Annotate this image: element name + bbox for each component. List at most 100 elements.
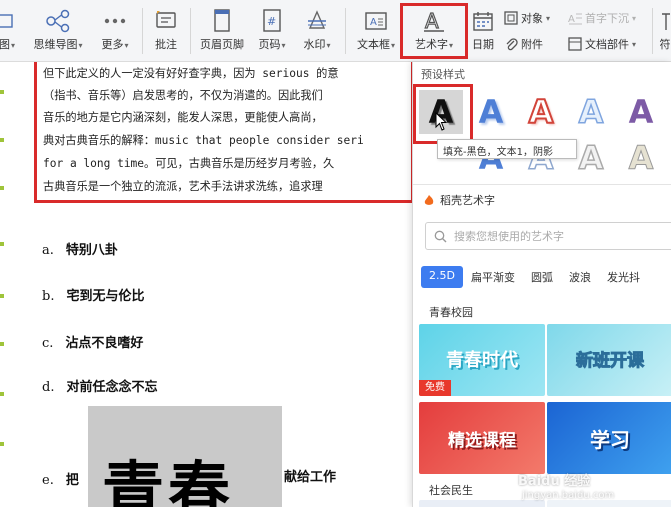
- tab-arc[interactable]: 圆弧: [523, 266, 561, 288]
- wordart-dropdown-panel: 预设样式 A A A A A A A A A 填充-黑色，文本1，阴影 稻壳艺术…: [412, 62, 671, 507]
- symbol-icon: [658, 8, 671, 34]
- margin-mark: [0, 442, 4, 446]
- preset-style-red-outline[interactable]: A: [519, 90, 563, 134]
- tab-2-5d[interactable]: 2.5D: [421, 266, 463, 288]
- list-item-text: 对前任念念不忘: [66, 380, 158, 395]
- list-item: c. 沾点不良嗜好: [42, 332, 143, 351]
- free-badge: 免费: [419, 380, 451, 396]
- more-label: 更多: [101, 38, 124, 51]
- baidu-watermark-url: jingyan.baidu.com: [522, 490, 615, 501]
- wordart-text: 青春: [102, 454, 235, 507]
- partial-left-button[interactable]: 图▾: [0, 0, 18, 62]
- wordart-template-card[interactable]: 学习: [547, 402, 671, 474]
- list-item: d. 对前任念念不忘: [42, 376, 157, 395]
- list-item: a. 特别八卦: [42, 239, 118, 258]
- baidu-watermark: Baidu 经验: [518, 474, 591, 489]
- quote-line: for a long time。可见，古典音乐是历经岁月考验，久: [43, 157, 335, 170]
- more-dots-icon: [103, 8, 127, 34]
- doc-parts-icon: [568, 37, 582, 51]
- watermark-label: 水印: [303, 38, 326, 51]
- more-button[interactable]: 更多▾: [96, 0, 134, 62]
- preset-glyph: A: [628, 93, 654, 131]
- textbox-label: 文本框: [356, 38, 390, 51]
- preset-style-beige[interactable]: A: [619, 136, 663, 180]
- date-label: 日期: [472, 38, 494, 51]
- page-number-icon: #: [262, 8, 282, 34]
- list-item-text: 特别八卦: [65, 243, 118, 258]
- docer-flame-icon: [424, 195, 434, 205]
- preset-tooltip: 填充-黑色，文本1，阴影: [437, 139, 577, 159]
- watermark-button[interactable]: 水印▾: [296, 0, 338, 62]
- quote-line: 古典音乐是一个独立的流派，艺术手法讲求洗练，追求理: [43, 180, 323, 193]
- list-item-text: 把: [65, 473, 79, 488]
- tab-glow[interactable]: 发光抖: [599, 266, 648, 288]
- mouse-cursor-icon: [435, 112, 448, 131]
- document-page[interactable]: 但下此定义的人一定没有好好查字典，因为 serious 的意 （指书、音乐等）启…: [0, 62, 412, 507]
- page-number-label: 页码: [258, 38, 281, 51]
- margin-mark: [0, 186, 4, 190]
- preset-styles-title: 预设样式: [421, 68, 465, 81]
- page-number-button[interactable]: # 页码▾: [254, 0, 290, 62]
- toolbar-divider: [142, 8, 143, 54]
- tab-wave[interactable]: 波浪: [561, 266, 599, 288]
- calendar-icon: [472, 8, 494, 34]
- ribbon-toolbar: 图▾ 思维导图▾ 更多▾ 批注 页眉页脚 # 页码▾ 水印▾ A 文本框▾ A …: [0, 0, 671, 62]
- wordart-search-input[interactable]: 搜索您想使用的艺术字: [425, 222, 671, 250]
- object-icon: [504, 11, 518, 25]
- search-icon: [434, 230, 447, 242]
- margin-mark: [0, 392, 4, 396]
- partial-left-label: 图: [0, 38, 10, 51]
- margin-mark: [0, 138, 4, 142]
- list-item-e: e. 把: [42, 469, 79, 488]
- preset-style-light-blue[interactable]: A: [569, 90, 613, 134]
- wordart-object[interactable]: 青春: [88, 406, 282, 507]
- template-card-label: 新班开课: [576, 351, 645, 372]
- template-card-label: 青春时代: [446, 350, 518, 371]
- header-footer-button[interactable]: 页眉页脚: [194, 0, 250, 62]
- attachment-label: 附件: [521, 38, 543, 51]
- wordart-highlight-box: [400, 3, 468, 59]
- date-button[interactable]: 日期: [470, 0, 496, 62]
- preset-style-purple[interactable]: A: [619, 90, 663, 134]
- textbox-button[interactable]: A 文本框▾: [352, 0, 400, 62]
- tab-flat-gradient[interactable]: 扁平渐变: [463, 266, 523, 288]
- preset-glyph: A: [628, 139, 654, 178]
- margin-mark: [0, 242, 4, 246]
- wordart-template-card[interactable]: [547, 500, 671, 507]
- list-item-e-continued: 献给工作: [284, 470, 337, 485]
- wordart-template-card[interactable]: 新班开课: [547, 324, 671, 396]
- svg-text:#: #: [267, 15, 276, 28]
- wordart-template-card[interactable]: [419, 500, 545, 507]
- paperclip-icon: [506, 38, 518, 51]
- object-button[interactable]: 对象 ▾: [504, 10, 550, 26]
- header-footer-icon: [213, 8, 231, 34]
- mindmap-button[interactable]: 思维导图▾: [28, 0, 88, 62]
- list-item-letter: e.: [42, 473, 54, 488]
- preset-glyph: A: [578, 138, 604, 178]
- picture-icon: [0, 8, 14, 34]
- symbol-label: 符: [659, 38, 671, 51]
- dropcap-label: 首字下沉: [585, 12, 629, 25]
- preset-glyph: A: [528, 92, 555, 132]
- symbol-button-partial[interactable]: 符: [658, 0, 671, 62]
- docer-wordart-header: 稻壳艺术字: [423, 192, 495, 208]
- list-item-letter: c.: [42, 336, 54, 351]
- toolbar-divider: [190, 8, 191, 54]
- wordart-template-card[interactable]: 青春时代 免费: [419, 324, 545, 396]
- dropcap-button[interactable]: A 首字下沉 ▾: [568, 10, 636, 26]
- object-label: 对象: [521, 12, 543, 25]
- wordart-template-card[interactable]: 精选课程: [419, 402, 545, 474]
- watermark-icon: [305, 8, 329, 34]
- doc-parts-button[interactable]: 文档部件 ▾: [568, 36, 636, 52]
- annotation-button[interactable]: 批注: [148, 0, 184, 62]
- attachment-button[interactable]: 附件: [504, 36, 543, 52]
- preset-glyph: A: [578, 92, 604, 132]
- toolbar-divider: [345, 8, 346, 54]
- quote-line: （指书、音乐等）启发思考的，不仅为消遣的。因此我们: [43, 89, 323, 102]
- svg-text:A: A: [370, 17, 377, 28]
- svg-text:A: A: [568, 14, 575, 25]
- preset-style-blue[interactable]: A: [469, 90, 513, 134]
- header-footer-label: 页眉页脚: [200, 38, 244, 51]
- list-item: b. 宅到无与伦比: [42, 285, 144, 304]
- list-item-text: 宅到无与伦比: [66, 289, 145, 304]
